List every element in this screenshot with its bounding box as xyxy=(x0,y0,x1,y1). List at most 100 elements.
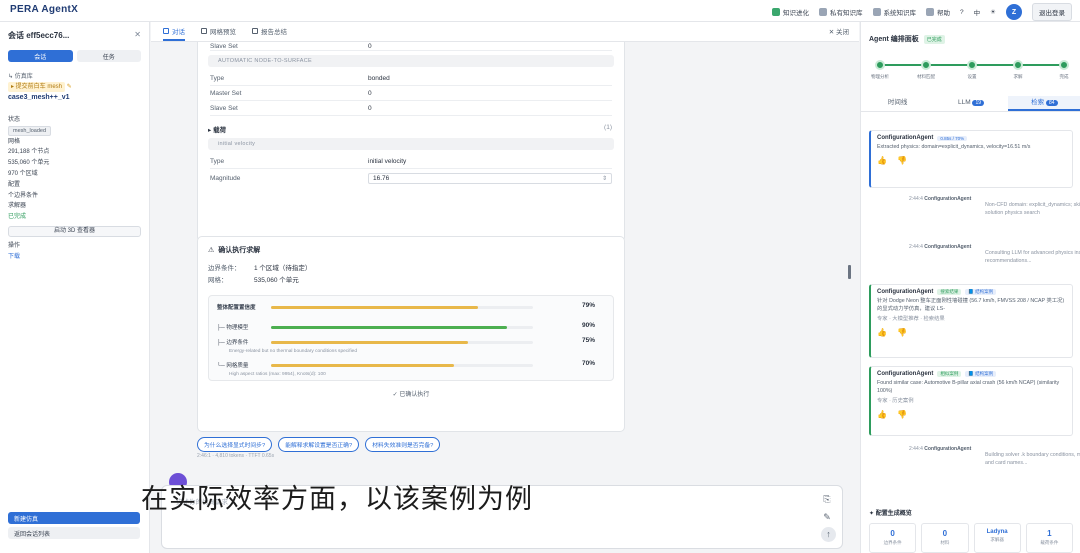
confidence-bar-fill xyxy=(271,306,478,309)
confidence-item: ├─ 物理模型 90% xyxy=(217,322,595,331)
session-list-button[interactable]: 返回会话列表 xyxy=(8,527,140,539)
step-label: 物理分析 xyxy=(871,74,889,79)
agent-event-card[interactable]: ConfigurationAgent 相似案例 📘 结构案例 Found simil… xyxy=(869,366,1073,436)
step-dot xyxy=(875,60,885,70)
tab-chat[interactable]: 对话 xyxy=(163,26,185,41)
agent-event-card[interactable]: ConfigurationAgent 搜索结果 📘 结构案例 针对 Dodge Ne… xyxy=(869,284,1073,358)
count-badge: 19 xyxy=(972,100,984,106)
file-tree: ↳ 仿真库 ▸ 提交前白车 mesh ✎ xyxy=(8,72,141,92)
tab-llm[interactable]: LLM 19 xyxy=(934,96,1007,111)
tab-session[interactable]: 会话 xyxy=(8,50,73,62)
agent-event-mini: 2:44:4 ConfigurationAgent Building solve… xyxy=(909,446,1080,466)
tree-root[interactable]: ↳ 仿真库 xyxy=(8,72,141,82)
step-label: 求解 xyxy=(1013,74,1023,79)
tab-timeline[interactable]: 时间线 xyxy=(861,96,934,111)
thumbs-up-icon[interactable]: 👍 xyxy=(877,328,887,337)
pen-icon[interactable]: ✎ xyxy=(822,512,832,522)
theme-icon[interactable]: ☀ xyxy=(990,8,996,16)
download-link[interactable]: 下载 xyxy=(8,252,141,263)
main-panel: 对话 网格预览 报告总结 ✕ 关闭 Slave Set 0 AUTOMATIC … xyxy=(151,22,859,553)
agent-event-mini: 2:44:4 ConfigurationAgent Consulting LLM… xyxy=(909,244,1080,264)
launch-3d-viewer-button[interactable]: 启动 3D 查看器 xyxy=(8,225,141,237)
stepper-icon[interactable]: ⇕ xyxy=(602,175,607,182)
param-row: Slave Set 0 xyxy=(210,101,612,116)
scrollbar[interactable] xyxy=(848,265,851,279)
pencil-icon[interactable]: ✎ xyxy=(67,84,72,90)
agent-tabs: 时间线 LLM 19 检索 84 xyxy=(861,96,1080,112)
agent-panel: Agent 编排面板 已完成 物理分析 材料匹配 设置 求解 完成 时间线 LL… xyxy=(860,22,1080,553)
confirm-info: 边界条件： 1 个区域（待指定） 网格： 535,060 个单元 xyxy=(208,265,312,284)
agent-event-mini: 2:44:4 ConfigurationAgent Non-CFD domain… xyxy=(909,196,1080,216)
thumbs-down-icon[interactable]: 👎 xyxy=(897,328,907,337)
nav-knowledge-evolution[interactable]: 知识进化 xyxy=(772,7,809,17)
suggestion-chip[interactable]: 材料失效准则是否完备? xyxy=(365,437,441,452)
help-icon xyxy=(926,8,935,16)
confidence-bar-fill xyxy=(271,326,507,329)
step-label: 设置 xyxy=(967,74,977,79)
logout-button[interactable]: 退出登录 xyxy=(1032,3,1072,21)
tree-item-highlight[interactable]: ▸ 提交前白车 mesh xyxy=(8,82,66,92)
step-dot xyxy=(1059,60,1069,70)
chat-icon xyxy=(163,28,169,34)
message-meta: 2:46:1 · 4,810 tokens · TTFT 0.65s xyxy=(197,453,275,459)
mesh-icon xyxy=(201,28,207,34)
stat-card: Ladyna 求解器 xyxy=(973,523,1021,553)
main-tabs: 对话 网格预览 报告总结 ✕ 关闭 xyxy=(151,22,859,42)
tab-mesh-preview[interactable]: 网格预览 xyxy=(201,26,236,41)
question-icon[interactable]: ? xyxy=(960,9,964,16)
pipeline-steps: 物理分析 材料匹配 设置 求解 完成 xyxy=(871,60,1071,82)
param-row: Magnitude 16.76 ⇕ xyxy=(210,169,612,187)
param-row: Type bonded xyxy=(210,71,612,86)
stat-cards: 0 边界条件 0 材料 Ladyna 求解器 1 载荷条件 xyxy=(869,523,1073,553)
thumbs-up-icon[interactable]: 👍 xyxy=(877,410,887,419)
confirm-title: ⚠ 确认执行求解 xyxy=(208,247,261,254)
language-icon[interactable]: 中 xyxy=(974,7,981,17)
new-simulation-button[interactable]: 新建仿真 xyxy=(8,512,140,524)
suggestion-chip[interactable]: 为什么选择显式时间步? xyxy=(197,437,273,452)
avatar[interactable]: Z xyxy=(1006,4,1022,20)
tab-report[interactable]: 报告总结 xyxy=(252,26,287,41)
attach-icon[interactable]: ⎘ xyxy=(822,494,832,504)
step-label: 材料匹配 xyxy=(917,74,935,79)
stat-card: 1 载荷条件 xyxy=(1025,523,1073,553)
confidence-bar xyxy=(271,364,533,367)
count-badge: 84 xyxy=(1045,100,1058,106)
nav-system-kb[interactable]: 系统知识库 xyxy=(872,7,916,17)
status-badge: mesh_loaded xyxy=(8,125,52,136)
nav-private-kb[interactable]: 私有知识库 xyxy=(819,7,863,17)
nav-help[interactable]: 帮助 xyxy=(926,7,950,17)
step-dot xyxy=(967,60,977,70)
solver-status: 已完成 xyxy=(8,214,27,221)
node-count: 291,188 个节点 xyxy=(8,149,50,156)
contact-subheader: AUTOMATIC NODE-TO-SURFACE xyxy=(208,55,614,67)
send-button[interactable]: ↑ xyxy=(821,527,836,542)
status-section: 状态 mesh_loaded 网格 291,188 个节点 535,060 个单… xyxy=(8,115,141,263)
load-group-header[interactable]: ▸ 载荷 (1) xyxy=(208,124,612,134)
confidence-overall: 整体配置置信度 79% xyxy=(217,302,595,311)
suggestion-chips: 为什么选择显式时间步? 能解释求解设置是否正确? 材料失效准则是否完备? xyxy=(197,437,441,452)
suggestion-chip[interactable]: 能解释求解设置是否正确? xyxy=(278,437,360,452)
confidence-bar-fill xyxy=(271,341,468,344)
warning-icon: ⚠ xyxy=(208,247,215,254)
close-icon[interactable]: ✕ xyxy=(134,30,141,41)
report-icon xyxy=(252,28,258,34)
close-panel-button[interactable]: ✕ 关闭 xyxy=(829,26,849,36)
agent-event-card[interactable]: ConfigurationAgent 0.85s / 70% Extracted … xyxy=(869,130,1073,188)
sidebar: 会话 eff5ecc76... ✕ 会话 任务 ↳ 仿真库 ▸ 提交前白车 me… xyxy=(0,22,150,553)
thumbs-down-icon[interactable]: 👎 xyxy=(897,410,907,419)
confirmed-status: ✓ 已确认执行 xyxy=(392,392,430,398)
thumbs-down-icon[interactable]: 👎 xyxy=(897,156,907,165)
tab-task[interactable]: 任务 xyxy=(76,50,141,62)
param-row: Type initial velocity xyxy=(210,154,612,169)
parameter-card: Slave Set 0 AUTOMATIC NODE-TO-SURFACE Ty… xyxy=(197,42,625,242)
step-label: 完成 xyxy=(1059,74,1069,79)
confidence-bar xyxy=(271,306,533,309)
confidence-bar xyxy=(271,341,533,344)
session-title: 会话 eff5ecc76... ✕ xyxy=(8,30,141,41)
thumbs-up-icon[interactable]: 👍 xyxy=(877,156,887,165)
magnitude-input[interactable]: 16.76 ⇕ xyxy=(368,172,612,184)
config-summary: ✦ 配置生成概览 0 边界条件 0 材料 Ladyna 求解器 1 载荷条件 xyxy=(869,508,1073,553)
case-name[interactable]: case3_mesh++_v1 xyxy=(8,94,141,101)
book-icon xyxy=(772,8,781,16)
tab-retrieval[interactable]: 检索 84 xyxy=(1007,96,1080,111)
